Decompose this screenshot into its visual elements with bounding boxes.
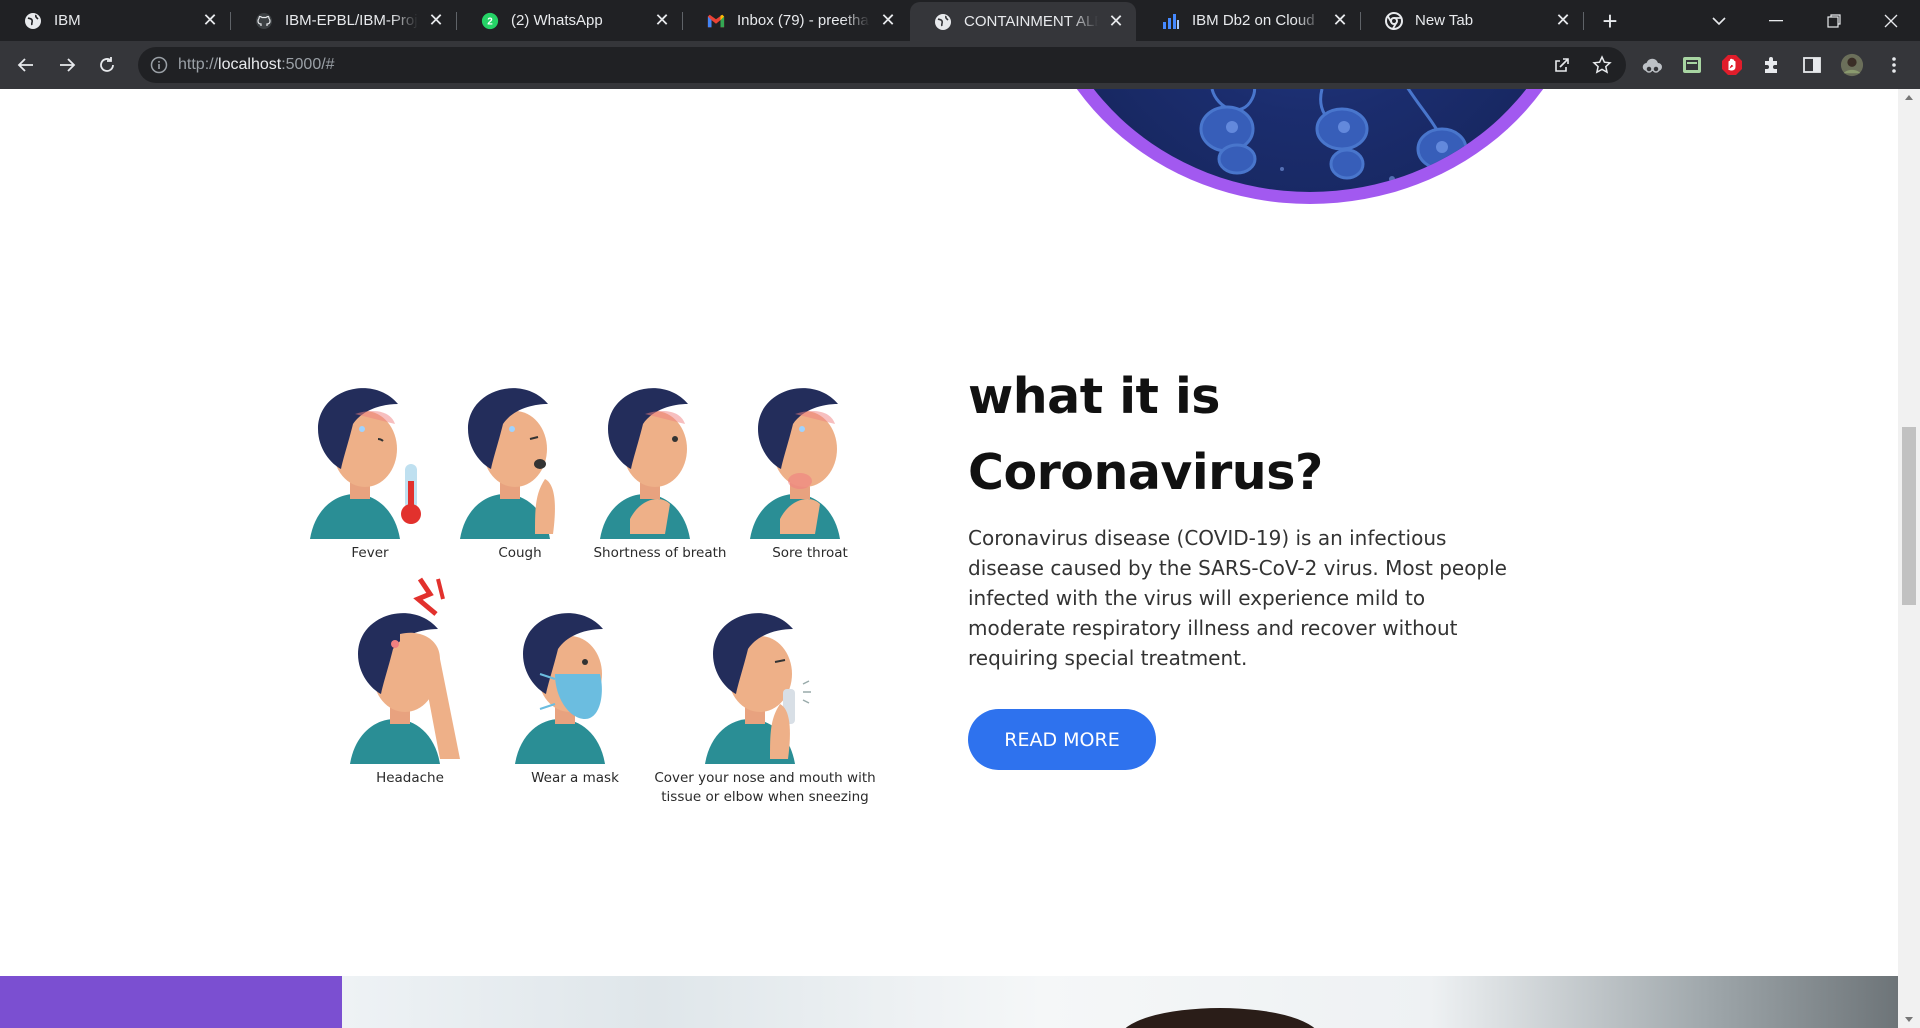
tab-containment-alert[interactable]: CONTAINMENT ALERT ✕ xyxy=(910,2,1136,41)
close-tab-icon[interactable]: ✕ xyxy=(424,9,448,33)
chevron-down-icon xyxy=(1712,16,1726,25)
new-tab-button[interactable]: + xyxy=(1595,6,1625,36)
symptom-label: Cover your nose and mouth with xyxy=(654,770,876,786)
globe-icon xyxy=(934,13,952,31)
symptom-label: Shortness of breath xyxy=(593,545,727,561)
db2-icon xyxy=(1162,12,1180,30)
chrome-icon xyxy=(1385,11,1403,30)
next-section-preview xyxy=(0,976,1898,1028)
symptom-sore-throat: Sore throat xyxy=(740,369,880,563)
tab-github[interactable]: IBM-EPBL/IBM-Project ✕ xyxy=(231,0,456,41)
tab-db2[interactable]: IBM Db2 on Cloud ✕ xyxy=(1138,0,1360,41)
section-heading: what it is Coronavirus? xyxy=(968,368,1323,501)
symptom-label: tissue or elbow when sneezing xyxy=(661,789,869,805)
star-icon[interactable] xyxy=(1592,55,1612,75)
symptom-label: Headache xyxy=(376,770,444,786)
side-panel-icon[interactable] xyxy=(1800,53,1824,77)
page-viewport: Fever Cough Shortness of breath Sore thr… xyxy=(0,89,1898,1028)
url-text: http://localhost:5000/# xyxy=(178,56,335,73)
symptom-wear-a-mask: Wear a mask xyxy=(505,574,645,788)
purple-banner xyxy=(0,976,342,1028)
sheets-extension-icon[interactable] xyxy=(1680,53,1704,77)
avatar[interactable] xyxy=(1840,53,1864,77)
arrow-left-icon xyxy=(17,58,33,72)
tab-new-tab[interactable]: New Tab ✕ xyxy=(1361,0,1583,41)
headache-figure-icon xyxy=(350,577,460,764)
symptoms-illustration: Fever Cough Shortness of breath Sore thr… xyxy=(300,369,880,909)
close-tab-icon[interactable]: ✕ xyxy=(1104,10,1128,34)
section-description: Coronavirus disease (COVID-19) is an inf… xyxy=(968,526,1507,670)
reload-icon xyxy=(100,57,114,72)
close-window-button[interactable] xyxy=(1862,0,1920,41)
forward-button[interactable] xyxy=(51,49,83,81)
globe-icon xyxy=(24,12,42,30)
tab-strip: IBM ✕ IBM-EPBL/IBM-Project ✕ 2 (2) Whats… xyxy=(0,0,1920,41)
cough-figure-icon xyxy=(460,388,555,539)
symptom-shortness-of-breath: Shortness of breath xyxy=(590,369,730,563)
close-tab-icon[interactable]: ✕ xyxy=(650,9,674,33)
virus-particles xyxy=(1199,89,1476,192)
browser-toolbar: http://localhost:5000/# xyxy=(0,41,1920,89)
fever-figure-icon xyxy=(310,388,421,539)
page-scrollbar[interactable] xyxy=(1898,89,1920,1028)
tab-whatsapp[interactable]: 2 (2) WhatsApp ✕ xyxy=(457,0,682,41)
restore-button[interactable] xyxy=(1805,0,1863,41)
kebab-menu-icon[interactable] xyxy=(1882,53,1906,77)
svg-text:2: 2 xyxy=(487,16,493,27)
reload-button[interactable] xyxy=(91,49,123,81)
github-icon xyxy=(255,12,273,30)
virus-illustration xyxy=(1042,89,1578,192)
symptom-cover-nose-mouth: Cover your nose and mouth with tissue or… xyxy=(650,574,880,807)
shortness-of-breath-figure-icon xyxy=(600,388,690,539)
puzzle-icon[interactable] xyxy=(1760,53,1784,77)
restore-icon xyxy=(1827,13,1841,28)
symptom-cough: Cough xyxy=(450,369,590,563)
info-icon[interactable] xyxy=(150,56,168,74)
tab-divider xyxy=(1583,12,1584,30)
tab-search-button[interactable] xyxy=(1690,0,1748,41)
close-tab-icon[interactable]: ✕ xyxy=(198,9,222,33)
close-tab-icon[interactable]: ✕ xyxy=(876,9,900,33)
virus-hero-image xyxy=(1030,89,1590,204)
whatsapp-icon: 2 xyxy=(481,12,499,30)
close-icon xyxy=(1884,14,1898,27)
read-more-button[interactable]: READ MORE xyxy=(968,709,1156,770)
symptom-headache: Headache xyxy=(340,574,480,788)
banner-photo xyxy=(342,976,1898,1028)
back-button[interactable] xyxy=(10,49,42,81)
gmail-icon xyxy=(707,12,725,30)
share-icon[interactable] xyxy=(1552,55,1572,75)
about-coronavirus-section: what it is Coronavirus? Coronavirus dise… xyxy=(968,359,1528,673)
adblock-extension-icon[interactable] xyxy=(1720,53,1744,77)
tab-gmail[interactable]: Inbox (79) - preetha.a ✕ xyxy=(683,0,908,41)
symptom-label: Fever xyxy=(351,545,389,561)
symptom-label: Cough xyxy=(498,545,542,561)
mask-figure-icon xyxy=(515,613,605,764)
arrow-right-icon xyxy=(60,58,76,72)
scrollbar-thumb[interactable] xyxy=(1902,427,1916,605)
close-tab-icon[interactable]: ✕ xyxy=(1551,9,1575,33)
minimize-icon xyxy=(1769,19,1783,21)
sore-throat-figure-icon xyxy=(750,388,840,539)
symptom-label: Wear a mask xyxy=(531,770,619,786)
close-tab-icon[interactable]: ✕ xyxy=(1328,9,1352,33)
address-bar[interactable]: http://localhost:5000/# xyxy=(138,47,1626,83)
scroll-up-arrow-icon[interactable] xyxy=(1898,89,1920,105)
cloud-extension-icon[interactable] xyxy=(1640,53,1664,77)
minimize-button[interactable] xyxy=(1747,0,1805,41)
scroll-down-arrow-icon[interactable] xyxy=(1898,1012,1920,1028)
symptom-label: Sore throat xyxy=(772,545,848,561)
tab-ibm[interactable]: IBM ✕ xyxy=(0,0,230,41)
sneeze-figure-icon xyxy=(705,613,811,764)
symptom-fever: Fever xyxy=(300,369,440,563)
